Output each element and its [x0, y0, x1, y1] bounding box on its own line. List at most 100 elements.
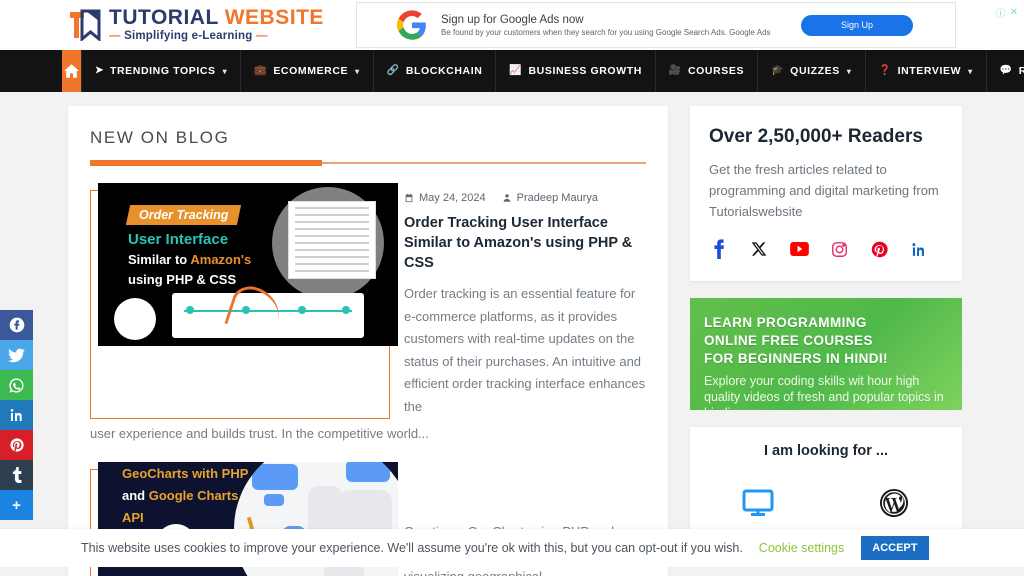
ad-title: Sign up for Google Ads now [441, 13, 584, 26]
thumb-badge: Order Tracking [125, 205, 242, 225]
nav-label: COURSES [687, 65, 745, 77]
facebook-icon[interactable] [709, 239, 729, 260]
post-thumbnail-frame[interactable]: Order Tracking User Interface Similar to… [90, 183, 398, 419]
google-ads-banner[interactable]: Sign up for Google Ads now Be found by y… [356, 2, 956, 48]
top-bar: TUTORIAL WEBSITE — Simplifying e-Learnin… [0, 0, 1024, 50]
ad-subtitle: Be found by your customers when they sea… [441, 27, 771, 37]
question-circle-icon: ❓ [878, 65, 892, 76]
post-item[interactable]: Order Tracking User Interface Similar to… [90, 183, 646, 419]
thumb-tracking-card [288, 201, 376, 279]
nav-label: TRENDING TOPICS [109, 65, 216, 77]
post-author: Pradeep Maurya [502, 192, 598, 204]
ad-signup-button[interactable]: Sign Up [801, 14, 913, 36]
thumb-brand-logo [114, 298, 156, 340]
section-rule [90, 160, 646, 166]
calendar-icon [405, 193, 413, 203]
user-icon [503, 194, 510, 202]
thumb-line-3: API [122, 510, 144, 526]
share-twitter-icon[interactable] [0, 340, 33, 370]
nav-home-button[interactable] [62, 50, 81, 92]
monitor-icon [703, 485, 813, 521]
youtube-icon[interactable] [789, 239, 809, 259]
main-column: NEW ON BLOG Order Tracking User Interfac… [68, 106, 668, 576]
logo-primary-text: TUTORIAL [109, 6, 219, 30]
nav-item-ecommerce[interactable]: 💼 ECOMMERCE ▾ [241, 50, 374, 92]
promo-heading-line1: LEARN PROGRAMMING [704, 315, 867, 331]
nav-item-reviews[interactable]: 💬 REVIEWS ▾ [987, 50, 1024, 92]
social-share-rail[interactable]: + [0, 310, 33, 520]
share-whatsapp-icon[interactable] [0, 370, 33, 400]
nav-label: BUSINESS GROWTH [528, 65, 642, 77]
nav-label: REVIEWS [1018, 65, 1024, 77]
nav-item-interview[interactable]: ❓ INTERVIEW ▾ [866, 50, 987, 92]
share-facebook-icon[interactable] [0, 310, 33, 340]
nav-item-business-growth[interactable]: 📈 BUSINESS GROWTH [496, 50, 656, 92]
comments-icon: 💬 [999, 65, 1013, 76]
promo-banner[interactable]: LEARN PROGRAMMING ONLINE FREE COURSES FO… [690, 298, 962, 411]
nav-label: ECOMMERCE [273, 65, 349, 77]
promo-text: Explore your coding skills wit hour high… [704, 373, 944, 411]
logo-tagline: Simplifying e-Learning [124, 30, 253, 43]
cookie-consent-bar[interactable]: This website uses cookies to improve you… [0, 529, 1024, 567]
chart-line-icon: 📈 [509, 65, 523, 76]
readers-card: Over 2,50,000+ Readers Get the fresh art… [690, 106, 962, 282]
nav-item-trending-topics[interactable]: ➤ TRENDING TOPICS ▾ [81, 50, 242, 92]
share-pinterest-icon[interactable] [0, 430, 33, 460]
thumb-line-1: User Interface [128, 231, 229, 248]
post-thumbnail-image[interactable]: Order Tracking User Interface Similar to… [98, 183, 398, 346]
cookie-text: This website uses cookies to improve you… [81, 541, 743, 555]
x-twitter-icon[interactable] [749, 239, 769, 259]
nav-item-quizzes[interactable]: 🎓 QUIZZES ▾ [758, 50, 866, 92]
promo-heading-line3: FOR BEGINNERS IN HINDI! [704, 350, 888, 366]
share-more-icon[interactable]: + [0, 490, 33, 520]
chevron-down-icon: ▾ [355, 66, 360, 76]
readers-text: Get the fresh articles related to progra… [709, 162, 939, 220]
post-excerpt: Order tracking is an essential feature f… [404, 286, 646, 415]
cookie-accept-button[interactable]: ACCEPT [861, 536, 929, 560]
cookie-settings-link[interactable]: Cookie settings [759, 541, 844, 555]
nav-item-blockchain[interactable]: 🔗 BLOCKCHAIN [374, 50, 497, 92]
nav-label: QUIZZES [790, 65, 840, 77]
link-icon: 🔗 [386, 65, 400, 76]
ad-corner-controls[interactable]: ⓘ ✕ [996, 5, 1018, 20]
readers-social-row[interactable] [709, 239, 943, 260]
share-tumblr-icon[interactable] [0, 460, 33, 490]
thumb-line-2: and Google Charts [122, 488, 239, 504]
instagram-icon[interactable] [829, 239, 849, 259]
post-meta: May 24, 2024 Pradeep Maurya [404, 192, 646, 204]
post-excerpt-tail: user experience and builds trust. In the… [90, 425, 429, 441]
close-icon[interactable]: ✕ [1010, 7, 1018, 18]
site-logo[interactable]: TUTORIAL WEBSITE — Simplifying e-Learnin… [68, 7, 324, 43]
logo-mark-icon [68, 9, 102, 43]
readers-title: Over 2,50,000+ Readers [709, 126, 923, 147]
promo-heading-line2: ONLINE FREE COURSES [704, 332, 873, 348]
thumb-line-2: Similar to Amazon's [128, 252, 252, 267]
logo-secondary-text: WEBSITE [224, 6, 324, 30]
page-body: + NEW ON BLOG Order Tracking User Interf… [0, 92, 1024, 576]
graduation-cap-icon: 🎓 [771, 65, 785, 76]
share-linkedin-icon[interactable] [0, 400, 33, 430]
main-navigation[interactable]: ➤ TRENDING TOPICS ▾ 💼 ECOMMERCE ▾ 🔗 BLOC… [0, 50, 1024, 92]
info-icon[interactable]: ⓘ [996, 5, 1006, 20]
linkedin-icon[interactable] [909, 239, 929, 259]
pinterest-icon[interactable] [869, 239, 889, 259]
logo-dash-right: — [255, 30, 268, 43]
google-g-icon [397, 10, 426, 40]
content-wrap: NEW ON BLOG Order Tracking User Interfac… [0, 92, 1024, 576]
post-title[interactable]: Order Tracking User Interface Similar to… [404, 213, 646, 273]
looking-for-title: I am looking for ... [763, 443, 889, 460]
nav-item-courses[interactable]: 🎥 COURSES [656, 50, 759, 92]
home-icon [64, 64, 79, 78]
thumb-line-3: using PHP & CSS [128, 272, 237, 287]
thumb-line-1: GeoCharts with PHP [122, 466, 249, 482]
post-body: May 24, 2024 Pradeep Maurya Order Tracki… [404, 190, 646, 419]
nav-items[interactable]: ➤ TRENDING TOPICS ▾ 💼 ECOMMERCE ▾ 🔗 BLOC… [81, 50, 1024, 92]
nav-label: BLOCKCHAIN [405, 65, 483, 77]
wordpress-icon [839, 485, 949, 521]
chevron-down-icon: ▾ [968, 66, 973, 76]
nav-label: INTERVIEW [897, 65, 962, 77]
logo-dash-left: — [109, 30, 121, 43]
briefcase-icon: 💼 [254, 65, 268, 76]
section-title: NEW ON BLOG [90, 128, 230, 147]
chevron-down-icon: ▾ [846, 66, 852, 76]
